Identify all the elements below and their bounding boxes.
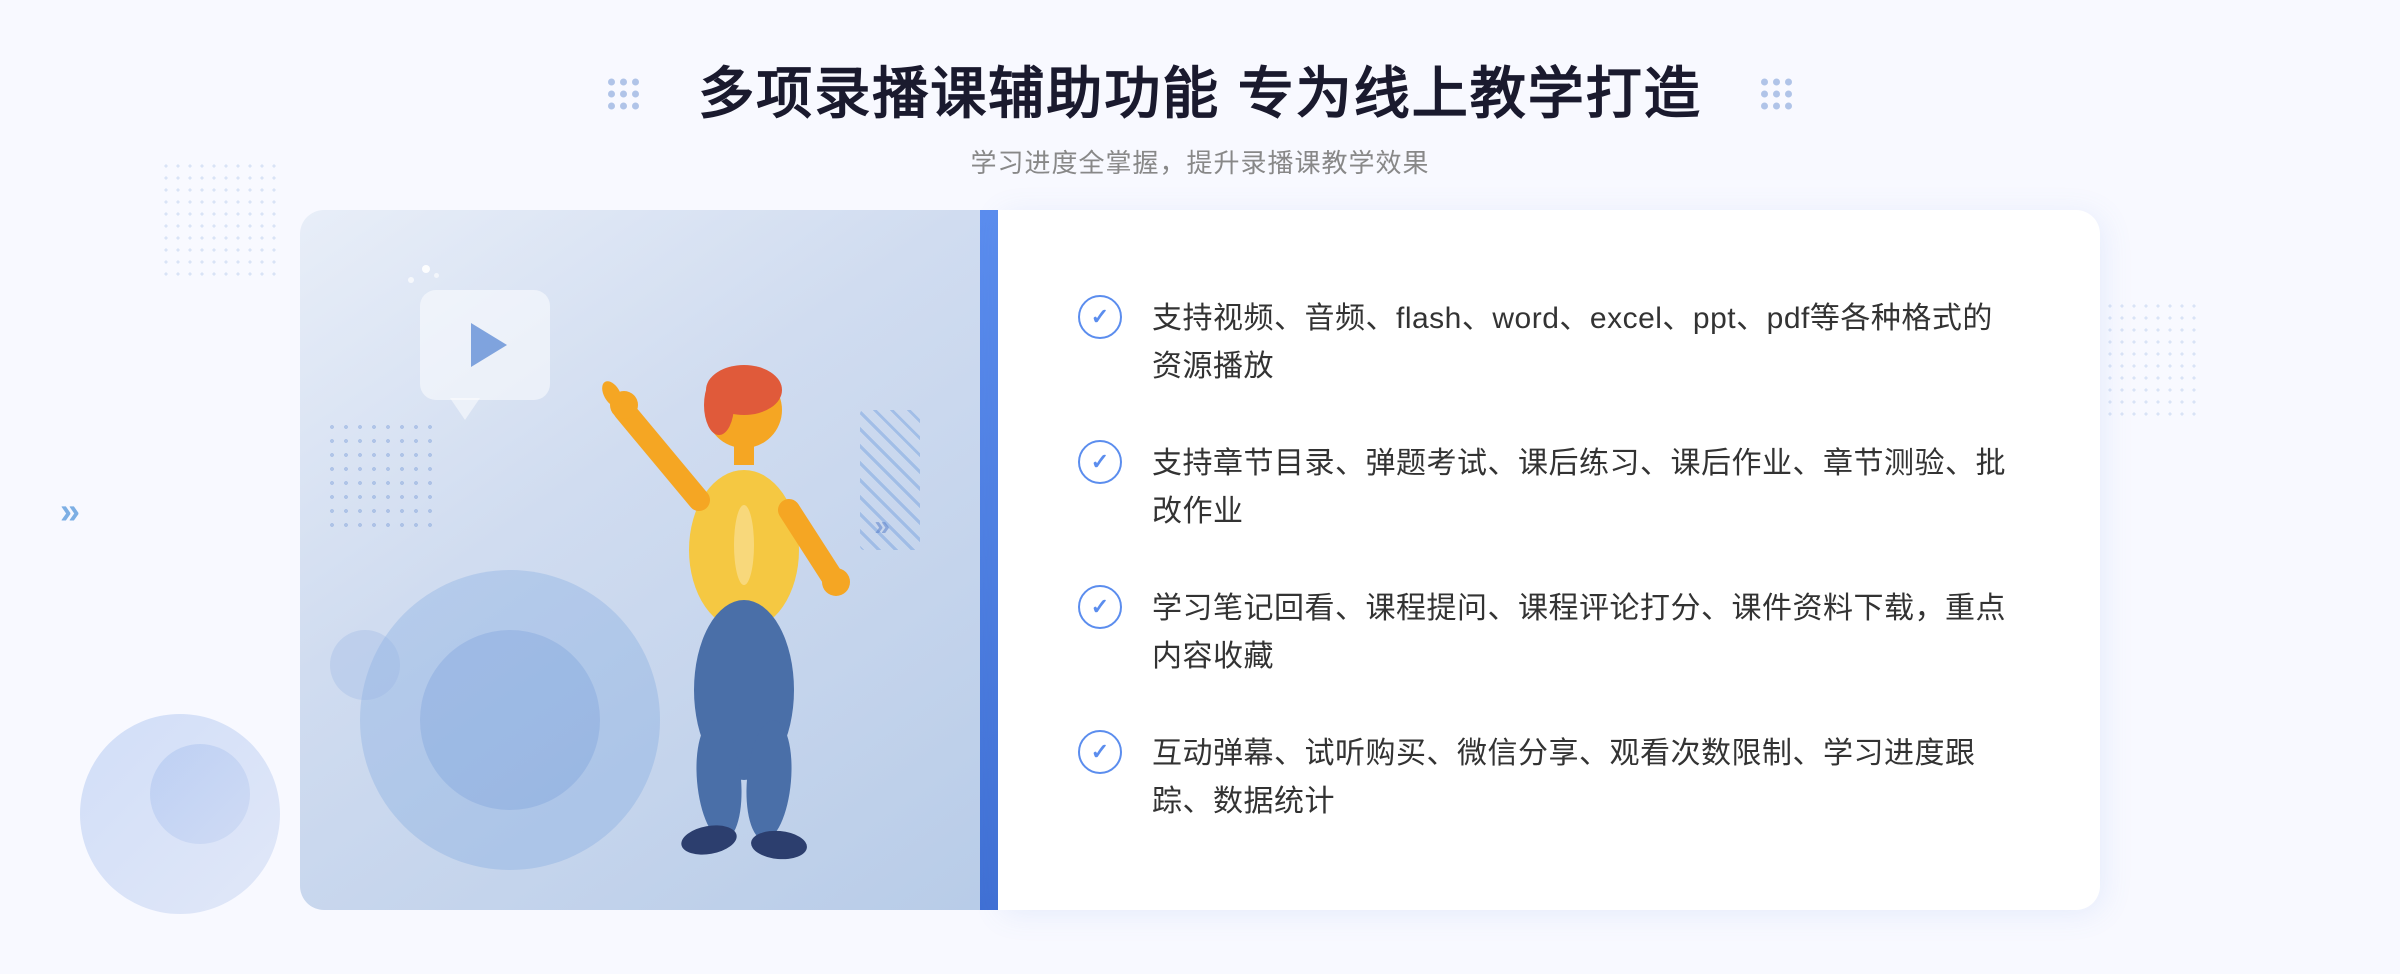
stripe-decoration (860, 410, 920, 550)
check-mark-2: ✓ (1091, 451, 1109, 473)
dot-decoration-left (160, 160, 280, 280)
header-section: 多项录播课辅助功能 专为线上教学打造 学习进度全掌握，提升录播课教学效果 (698, 0, 1702, 210)
features-panel: ✓ 支持视频、音频、flash、word、excel、ppt、pdf等各种格式的… (998, 210, 2100, 910)
human-figure (544, 350, 864, 910)
bg-circle-small (150, 744, 250, 844)
feature-item-3: ✓ 学习笔记回看、课程提问、课程评论打分、课件资料下载，重点内容收藏 (1078, 565, 2020, 701)
dot-decoration-illustration (325, 420, 435, 530)
play-icon (471, 323, 507, 367)
blue-divider-bar (980, 210, 998, 910)
check-mark-1: ✓ (1091, 306, 1109, 328)
play-bubble (420, 290, 550, 400)
check-mark-4: ✓ (1091, 741, 1109, 763)
check-icon-4: ✓ (1078, 730, 1122, 774)
page-container: » 多项录播课辅助功能 专为线上教学打造 学习进度全掌握， (0, 0, 2400, 974)
check-mark-3: ✓ (1091, 596, 1109, 618)
header-dot-grid-left (608, 78, 639, 109)
sub-title: 学习进度全掌握，提升录播课教学效果 (698, 143, 1702, 180)
feature-text-4: 互动弹幕、试听购买、微信分享、观看次数限制、学习进度跟踪、数据统计 (1152, 730, 2020, 826)
arrow-decoration: » (874, 510, 890, 542)
header-dot-grid-right (1761, 78, 1792, 109)
check-icon-3: ✓ (1078, 585, 1122, 629)
small-circle-1 (330, 630, 400, 700)
feature-text-3: 学习笔记回看、课程提问、课程评论打分、课件资料下载，重点内容收藏 (1152, 585, 2020, 681)
feature-item-2: ✓ 支持章节目录、弹题考试、课后练习、课后作业、章节测验、批改作业 (1078, 420, 2020, 556)
check-icon-1: ✓ (1078, 295, 1122, 339)
check-icon-2: ✓ (1078, 440, 1122, 484)
feature-item-4: ✓ 互动弹幕、试听购买、微信分享、观看次数限制、学习进度跟踪、数据统计 (1078, 710, 2020, 846)
chevron-left-icon: » (60, 490, 80, 532)
main-title: 多项录播课辅助功能 专为线上教学打造 (698, 60, 1702, 127)
main-content: // Will be rendered as static dots via C… (300, 210, 2100, 910)
feature-item-1: ✓ 支持视频、音频、flash、word、excel、ppt、pdf等各种格式的… (1078, 275, 2020, 411)
illustration-panel: // Will be rendered as static dots via C… (300, 210, 980, 910)
feature-text-2: 支持章节目录、弹题考试、课后练习、课后作业、章节测验、批改作业 (1152, 440, 2020, 536)
feature-text-1: 支持视频、音频、flash、word、excel、ppt、pdf等各种格式的资源… (1152, 295, 2020, 391)
